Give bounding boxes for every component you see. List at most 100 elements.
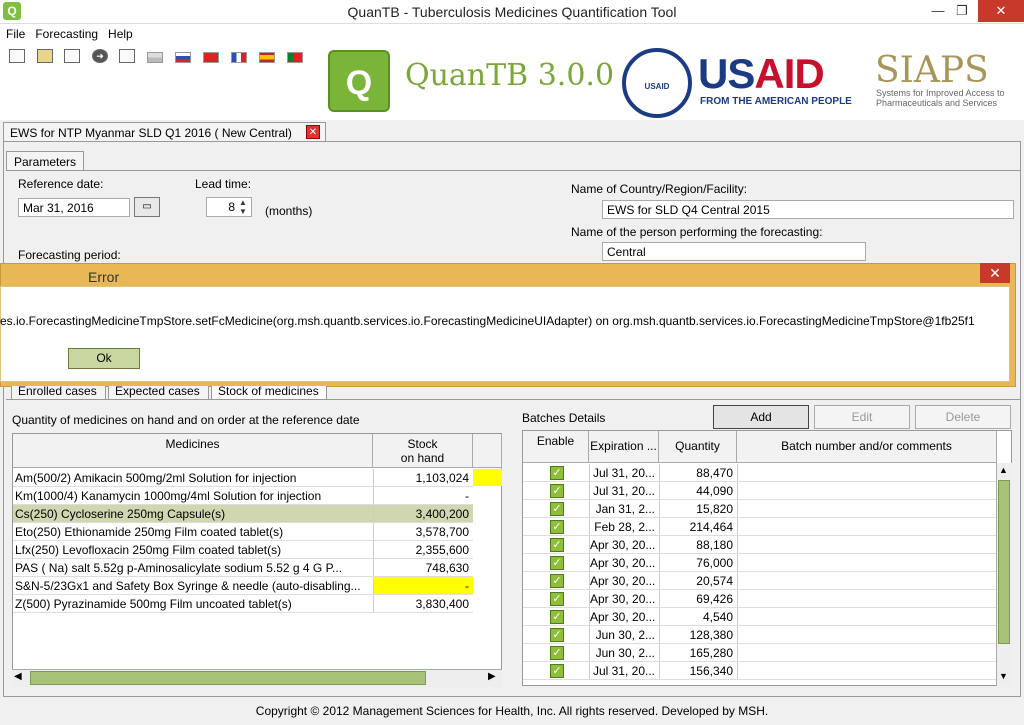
tab-expected-cases[interactable]: Expected cases — [108, 386, 209, 400]
col-expiration[interactable]: Expiration ... — [589, 431, 659, 463]
enable-checkbox[interactable]: ✓ — [550, 484, 564, 498]
table-row[interactable]: ✓ Apr 30, 20... 76,000 — [523, 554, 997, 572]
enable-checkbox[interactable]: ✓ — [550, 628, 564, 642]
table-row[interactable]: ✓ Apr 30, 20... 88,180 — [523, 536, 997, 554]
batch-comment[interactable] — [737, 464, 997, 481]
table-row[interactable]: ✓ Jul 31, 20... 44,090 — [523, 482, 997, 500]
table-row[interactable]: ✓ Jul 31, 20... 88,470 — [523, 464, 997, 482]
scroll-up-icon[interactable]: ▲ — [999, 465, 1008, 475]
country-field[interactable]: EWS for SLD Q4 Central 2015 — [602, 200, 1014, 219]
flag-france-icon[interactable] — [231, 52, 247, 63]
batch-comment[interactable] — [737, 626, 997, 643]
stock-on-hand[interactable]: 748,630 — [373, 559, 473, 576]
edit-button[interactable]: Edit — [814, 405, 910, 429]
spinner-arrows-icon[interactable]: ▲ ▼ — [236, 198, 250, 218]
batch-comment[interactable] — [737, 572, 997, 589]
add-button[interactable]: Add — [713, 405, 809, 429]
col-comments[interactable]: Batch number and/or comments — [737, 431, 997, 463]
close-icon[interactable]: ✕ — [978, 0, 1024, 22]
flag-portugal-icon[interactable] — [287, 52, 303, 63]
document-tab[interactable]: EWS for NTP Myanmar SLD Q1 2016 ( New Ce… — [3, 122, 326, 142]
batch-comment[interactable] — [737, 608, 997, 625]
horizontal-scroll-thumb[interactable] — [30, 671, 426, 685]
batch-comment[interactable] — [737, 644, 997, 661]
enable-checkbox[interactable]: ✓ — [550, 574, 564, 588]
table-row[interactable]: Cs(250) Cycloserine 250mg Capsule(s) 3,40… — [13, 505, 473, 523]
table-row[interactable]: ✓ Apr 30, 20... 20,574 — [523, 572, 997, 590]
enable-checkbox[interactable]: ✓ — [550, 664, 564, 678]
menu-forecasting[interactable]: Forecasting — [29, 24, 102, 41]
flag-russia-icon[interactable] — [175, 52, 191, 63]
person-label: Name of the person performing the foreca… — [571, 225, 823, 239]
enable-checkbox[interactable]: ✓ — [550, 520, 564, 534]
maximize-icon[interactable]: ❐ — [947, 0, 977, 22]
stock-on-hand[interactable]: - — [373, 487, 473, 504]
batch-comment[interactable] — [737, 518, 997, 535]
table-row[interactable]: Eto(250) Ethionamide 250mg Film coated t… — [13, 523, 473, 541]
table-row[interactable]: Km(1000/4) Kanamycin 1000mg/4ml Solution… — [13, 487, 473, 505]
table-row[interactable]: ✓ Jun 30, 2... 165,280 — [523, 644, 997, 662]
table-row[interactable]: ✓ Jul 31, 20... 156,340 — [523, 662, 997, 680]
person-field[interactable]: Central — [602, 242, 866, 261]
scroll-right-icon[interactable]: ▶ — [488, 671, 496, 682]
batch-comment[interactable] — [737, 482, 997, 499]
table-row[interactable]: Z(500) Pyrazinamide 500mg Film uncoated … — [13, 595, 473, 613]
scroll-left-icon[interactable]: ◀ — [14, 671, 22, 682]
stock-on-hand[interactable]: 1,103,024 — [373, 469, 473, 486]
ok-button[interactable]: Ok — [68, 348, 140, 369]
export-icon[interactable] — [119, 49, 135, 63]
delete-button[interactable]: Delete — [915, 405, 1011, 429]
menu-help[interactable]: Help — [102, 24, 137, 41]
batch-comment[interactable] — [737, 662, 997, 679]
table-row[interactable]: ✓ Apr 30, 20... 4,540 — [523, 608, 997, 626]
stock-on-hand[interactable]: 3,830,400 — [373, 595, 473, 612]
menu-file[interactable]: File — [0, 24, 29, 41]
col-medicines[interactable]: Medicines — [13, 434, 373, 468]
expiration-date: Apr 30, 20... — [589, 536, 659, 553]
enable-checkbox[interactable]: ✓ — [550, 610, 564, 624]
tab-stock-of-medicines[interactable]: Stock of medicines — [211, 386, 327, 400]
open-folder-icon[interactable] — [37, 49, 53, 63]
stock-on-hand[interactable]: 2,355,600 — [373, 541, 473, 558]
calendar-icon[interactable]: ▭ — [134, 197, 160, 217]
table-row[interactable]: ✓ Feb 28, 2... 214,464 — [523, 518, 997, 536]
table-row[interactable]: ✓ Jan 31, 2... 15,820 — [523, 500, 997, 518]
tab-parameters[interactable]: Parameters — [6, 151, 84, 171]
error-close-icon[interactable]: ✕ — [980, 263, 1010, 283]
enable-checkbox[interactable]: ✓ — [550, 538, 564, 552]
table-row[interactable]: ✓ Apr 30, 20... 69,426 — [523, 590, 997, 608]
enable-checkbox[interactable]: ✓ — [550, 646, 564, 660]
close-tab-icon[interactable]: ✕ — [306, 125, 320, 139]
flag-china-icon[interactable] — [203, 52, 219, 63]
enable-checkbox[interactable]: ✓ — [550, 556, 564, 570]
flag-us-icon[interactable] — [147, 52, 163, 63]
batch-comment[interactable] — [737, 554, 997, 571]
table-row[interactable]: Am(500/2) Amikacin 500mg/2ml Solution fo… — [13, 469, 502, 487]
vertical-scroll-thumb[interactable] — [998, 480, 1010, 644]
enable-checkbox[interactable]: ✓ — [550, 502, 564, 516]
save-icon[interactable] — [64, 49, 80, 63]
app-icon[interactable]: Q — [3, 2, 21, 20]
stock-on-hand[interactable]: 3,400,200 — [373, 505, 473, 522]
batch-comment[interactable] — [737, 500, 997, 517]
table-row[interactable]: ✓ Jun 30, 2... 128,380 — [523, 626, 997, 644]
table-row[interactable]: S&N-5/23Gx1 and Safety Box Syringe & nee… — [13, 577, 473, 595]
flag-spain-icon[interactable] — [259, 52, 275, 63]
batch-comment[interactable] — [737, 590, 997, 607]
medicine-name: PAS ( Na) salt 5.52g p-Aminosalicylate s… — [15, 561, 343, 575]
enable-checkbox[interactable]: ✓ — [550, 466, 564, 480]
table-row[interactable]: Lfx(250) Levofloxacin 250mg Film coated … — [13, 541, 473, 559]
stock-on-hand[interactable]: - — [373, 577, 473, 594]
col-stock[interactable]: Stock on hand — [373, 434, 473, 468]
reference-date-field[interactable]: Mar 31, 2016 — [18, 198, 130, 217]
enable-checkbox[interactable]: ✓ — [550, 592, 564, 606]
stock-on-hand[interactable]: 3,578,700 — [373, 523, 473, 540]
table-row[interactable]: PAS ( Na) salt 5.52g p-Aminosalicylate s… — [13, 559, 473, 577]
forward-icon[interactable]: ➜ — [92, 49, 108, 63]
tab-enrolled-cases[interactable]: Enrolled cases — [11, 386, 106, 400]
col-enable[interactable]: Enable — [523, 431, 589, 463]
col-quantity[interactable]: Quantity — [659, 431, 737, 463]
scroll-down-icon[interactable]: ▼ — [999, 671, 1008, 681]
new-file-icon[interactable] — [9, 49, 25, 63]
batch-comment[interactable] — [737, 536, 997, 553]
